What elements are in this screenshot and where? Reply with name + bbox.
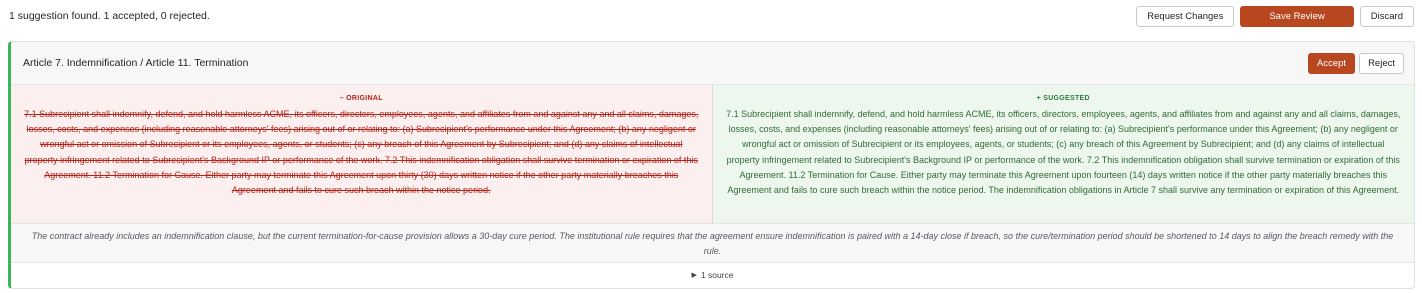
suggestion-rationale: The contract already includes an indemni… xyxy=(11,224,1414,263)
original-text: 7.1 Subrecipient shall indemnify, defend… xyxy=(24,109,699,196)
reject-button[interactable]: Reject xyxy=(1359,52,1404,74)
suggested-label: + SUGGESTED xyxy=(1036,95,1090,102)
save-review-button[interactable]: Save Review xyxy=(1240,5,1354,27)
request-changes-button[interactable]: Request Changes xyxy=(1136,5,1235,27)
review-toolbar: 1 suggestion found. 1 accepted, 0 reject… xyxy=(0,0,1422,32)
suggestion-actions: Accept Reject xyxy=(1308,52,1404,74)
suggested-text: 7.1 Subrecipient shall indemnify, defend… xyxy=(726,109,1401,196)
suggestion-title: Article 7. Indemnification / Article 11.… xyxy=(23,57,249,69)
original-label: – ORIGINAL xyxy=(339,95,383,102)
suggestion-header: Article 7. Indemnification / Article 11.… xyxy=(11,42,1414,85)
review-summary: 1 suggestion found. 1 accepted, 0 reject… xyxy=(9,10,210,22)
suggested-pane: + SUGGESTED 7.1 Subrecipient shall indem… xyxy=(712,85,1414,223)
original-pane: – ORIGINAL 7.1 Subrecipient shall indemn… xyxy=(11,85,713,223)
diff-view: – ORIGINAL 7.1 Subrecipient shall indemn… xyxy=(11,85,1414,224)
triangle-right-icon: ▶ xyxy=(691,272,697,279)
sources-toggle[interactable]: ▶ 1 source xyxy=(11,263,1414,287)
sources-label: 1 source xyxy=(700,270,734,280)
review-actions: Request Changes Save Review Discard xyxy=(1136,5,1414,27)
suggestion-card: Article 7. Indemnification / Article 11.… xyxy=(8,41,1415,289)
accept-button[interactable]: Accept xyxy=(1308,52,1356,74)
discard-button[interactable]: Discard xyxy=(1359,5,1414,27)
